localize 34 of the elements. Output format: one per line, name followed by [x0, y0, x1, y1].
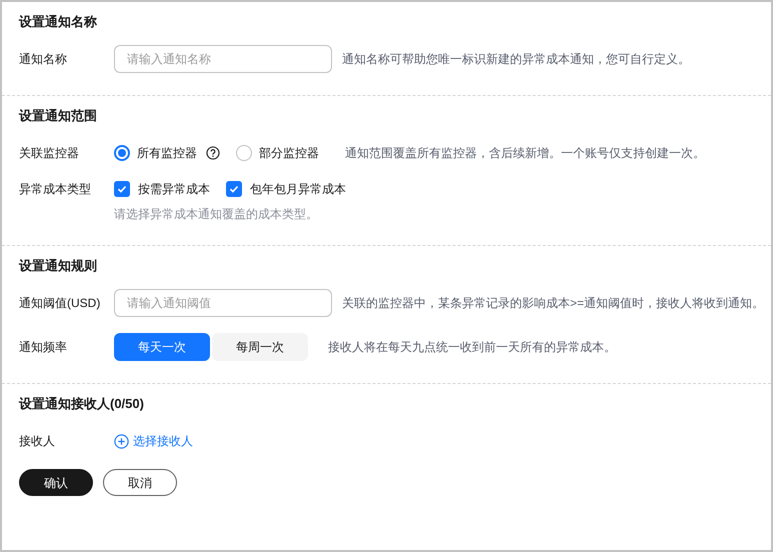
- text-field[interactable]: 请输入通知名称: [114, 45, 332, 73]
- radio-button[interactable]: [114, 145, 130, 161]
- add-recipient-link[interactable]: 选择接收人: [114, 432, 193, 450]
- section-title: 设置通知范围: [19, 107, 98, 125]
- hint-text: 通知名称可帮助您唯一标识新建的异常成本通知，您可自行定义。: [342, 51, 690, 68]
- frequency-tab[interactable]: 每天一次: [114, 333, 210, 361]
- plus-circle-icon: [114, 434, 129, 448]
- radio-label[interactable]: 部分监控器: [259, 144, 319, 162]
- confirm-button[interactable]: 确认: [19, 469, 93, 496]
- check-icon: [116, 183, 128, 195]
- field-label: 关联监控器: [19, 145, 80, 162]
- hint-text: 通知范围覆盖所有监控器，含后续新增。一个账号仅支持创建一次。: [345, 145, 705, 162]
- checkbox-label[interactable]: 包年包月异常成本: [250, 180, 346, 198]
- hint-text: 请选择异常成本通知覆盖的成本类型。: [114, 206, 319, 223]
- checkbox[interactable]: [226, 181, 242, 197]
- radio-label[interactable]: 所有监控器: [137, 144, 197, 162]
- radio-button[interactable]: [236, 145, 252, 161]
- field-label: 通知频率: [19, 339, 68, 356]
- cancel-button[interactable]: 取消: [103, 469, 177, 496]
- section-title: 设置通知接收人(0/50): [19, 395, 145, 413]
- section-title: 设置通知名称: [19, 13, 98, 31]
- field-label: 异常成本类型: [19, 181, 92, 198]
- field-label: 通知名称: [19, 51, 68, 68]
- help-icon[interactable]: [206, 146, 220, 160]
- hint-text: 接收人将在每天九点统一收到前一天所有的异常成本。: [328, 339, 616, 356]
- text-field[interactable]: 请输入通知阈值: [114, 289, 332, 317]
- field-label: 接收人: [19, 433, 56, 450]
- checkbox-label[interactable]: 按需异常成本: [138, 180, 210, 198]
- hint-text: 关联的监控器中，某条异常记录的影响成本>=通知阈值时，接收人将收到通知。: [342, 295, 764, 312]
- checkbox[interactable]: [114, 181, 130, 197]
- check-icon: [228, 183, 240, 195]
- frequency-tab[interactable]: 每周一次: [212, 333, 308, 361]
- field-label: 通知阈值(USD): [19, 295, 102, 312]
- section-title: 设置通知规则: [19, 257, 98, 275]
